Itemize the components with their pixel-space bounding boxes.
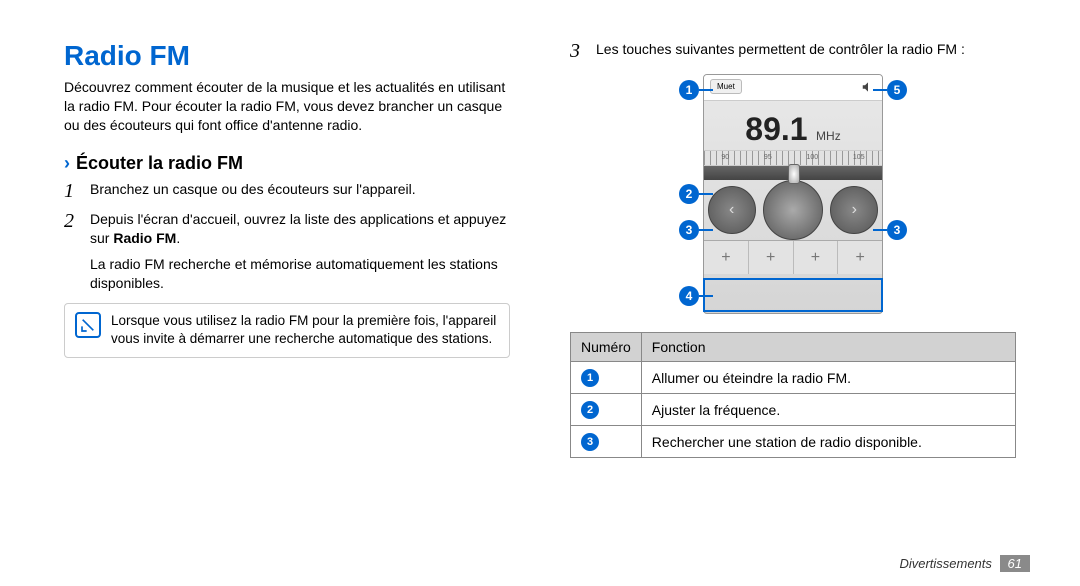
callout-leader [873,89,887,91]
control-row: ‹ › [704,180,882,240]
tune-dial[interactable] [763,180,823,240]
row-function: Allumer ou éteindre la radio FM. [641,362,1015,394]
table-row: 2 Ajuster la fréquence. [571,394,1016,426]
callout-leader [699,193,713,195]
row-function: Rechercher une station de radio disponib… [641,426,1015,458]
callout-badge-4: 4 [679,286,699,306]
frequency-unit: MHz [816,129,841,143]
step-number: 2 [64,210,90,248]
callout-badge-2: 2 [679,184,699,204]
step-2-bold: Radio FM [113,230,176,246]
preset-row: + + + + [704,240,882,274]
note-text: Lorsque vous utilisez la radio FM pour l… [111,312,499,348]
preset-slot[interactable]: + [838,241,882,274]
note-icon [75,312,101,338]
mute-button[interactable]: Muet [710,79,742,94]
callout-leader [873,229,887,231]
footer-page-number: 61 [1000,555,1030,572]
step-1-text: Branchez un casque ou des écouteurs sur … [90,180,416,202]
step-3-text: Les touches suivantes permettent de cont… [596,40,965,62]
radio-topbar: Muet [704,75,882,101]
function-table: Numéro Fonction 1 Allumer ou éteindre la… [570,332,1016,458]
page-footer: Divertissements 61 [899,555,1030,572]
callout-badge-5: 5 [887,80,907,100]
callout-badge-1: 1 [679,80,699,100]
page-title: Radio FM [64,40,510,72]
table-header-number: Numéro [571,333,642,362]
tick-label: 95 [764,154,772,161]
frequency-display: 89.1 MHz [704,101,882,150]
tuning-slider[interactable] [704,166,882,180]
tick-label: 105 [853,154,865,161]
preset-slot[interactable]: + [749,241,794,274]
step-2-suffix: . [176,230,180,246]
frequency-value: 89.1 [745,111,807,147]
step-number: 3 [570,40,596,62]
step-3: 3 Les touches suivantes permettent de co… [570,40,1016,62]
seek-back-button[interactable]: ‹ [708,186,756,234]
callout-leader [699,295,713,297]
row-function: Ajuster la fréquence. [641,394,1015,426]
step-number: 1 [64,180,90,202]
note-box: Lorsque vous utilisez la radio FM pour l… [64,303,510,357]
tick-label: 90 [721,154,729,161]
step-2-text: Depuis l'écran d'accueil, ouvrez la list… [90,210,510,248]
radio-screenshot: Muet 89.1 MHz 90 95 100 105 [703,74,883,314]
row-badge: 1 [581,369,599,387]
chevron-right-icon: › [64,153,70,174]
callout-leader [699,229,713,231]
intro-paragraph: Découvrez comment écouter de la musique … [64,78,510,135]
callout-badge-3: 3 [887,220,907,240]
step-2: 2 Depuis l'écran d'accueil, ouvrez la li… [64,210,510,248]
table-row: 3 Rechercher une station de radio dispon… [571,426,1016,458]
speaker-icon[interactable] [860,79,876,95]
callout-leader [699,89,713,91]
radio-diagram: Muet 89.1 MHz 90 95 100 105 [683,74,903,314]
preset-slot[interactable]: + [794,241,839,274]
subheading-text: Écouter la radio FM [76,153,243,174]
row-badge: 3 [581,433,599,451]
tick-label: 100 [806,154,818,161]
step-2-subtext: La radio FM recherche et mémorise automa… [90,255,510,293]
table-row: 1 Allumer ou éteindre la radio FM. [571,362,1016,394]
preset-slot[interactable]: + [704,241,749,274]
seek-forward-button[interactable]: › [830,186,878,234]
step-1: 1 Branchez un casque ou des écouteurs su… [64,180,510,202]
subheading-row: › Écouter la radio FM [64,153,510,174]
table-header-function: Fonction [641,333,1015,362]
callout-badge-3: 3 [679,220,699,240]
footer-section-name: Divertissements [899,556,991,571]
row-badge: 2 [581,401,599,419]
